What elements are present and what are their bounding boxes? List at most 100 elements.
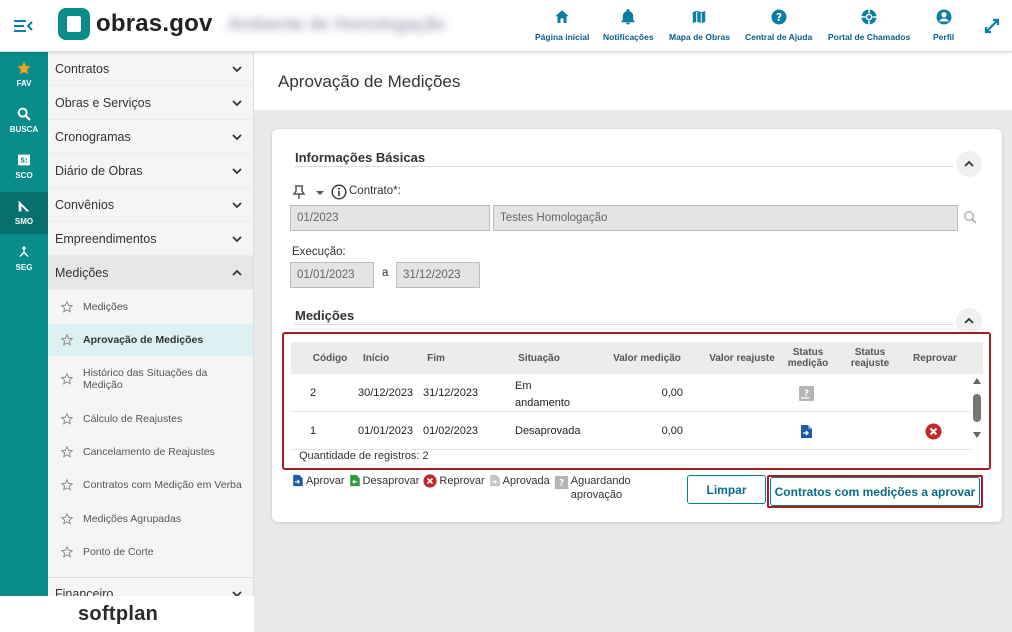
sidebar-section-convenios[interactable]: Convênios (48, 188, 253, 222)
awaiting-approval-icon: ? (554, 475, 568, 490)
expand-icon[interactable] (982, 16, 1002, 36)
contract-number-field[interactable]: 01/2023 (290, 205, 490, 231)
search-icon[interactable] (963, 210, 977, 224)
approve-doc-icon[interactable] (800, 424, 813, 439)
execution-separator: a (382, 267, 389, 279)
lifebuoy-icon (861, 9, 877, 25)
cell-situation: Desaprovada (515, 425, 581, 437)
legend-approved[interactable]: Aprovada (489, 474, 550, 487)
nav-map[interactable]: Mapa de Obras (669, 8, 730, 42)
collapse-measurements-button[interactable] (956, 308, 982, 334)
nav-help[interactable]: ? Central de Ajuda (745, 8, 812, 42)
chevron-down-icon (232, 65, 242, 72)
basic-info-title: Informações Básicas (295, 150, 426, 165)
star-icon (17, 61, 31, 75)
svg-text:?: ? (776, 12, 782, 24)
table-scrollbar[interactable] (970, 376, 984, 442)
col-codigo[interactable]: Código (305, 353, 355, 364)
col-valor-medicao[interactable]: Valor medição (603, 353, 691, 364)
legend-disapprove[interactable]: Desaprovar (349, 474, 419, 487)
sidebar-section-empreendimentos[interactable]: Empreendimentos (48, 222, 253, 256)
chevron-down-icon (232, 167, 242, 174)
page-title: Aprovação de Medições (278, 72, 461, 91)
environment-label: Ambiente de Homologação (228, 14, 446, 34)
execution-label: Execução: (292, 246, 346, 258)
sidebar-item-historico[interactable]: Histórico das Situações da Medição (48, 356, 253, 402)
cell-value: 0,00 (661, 425, 683, 437)
sidebar-item-verba[interactable]: Contratos com Medição em Verba (48, 468, 253, 502)
star-outline-icon (60, 412, 74, 425)
cell-value: 0,00 (661, 387, 683, 399)
col-inicio[interactable]: Início (353, 353, 399, 364)
nav-home[interactable]: Página inicial (535, 8, 589, 42)
sidebar-item-aprovacao[interactable]: Aprovação de Medições (48, 324, 253, 356)
chevron-down-icon (232, 99, 242, 106)
col-fim[interactable]: Fim (419, 353, 453, 364)
clear-button[interactable]: Limpar (687, 475, 766, 504)
star-outline-icon (60, 512, 74, 525)
pin-icon[interactable] (292, 184, 306, 200)
col-situacao[interactable]: Situação (509, 353, 569, 364)
reject-icon[interactable] (925, 423, 942, 440)
sidebar-item-cancelamento[interactable]: Cancelamento de Reajustes (48, 435, 253, 468)
menu-collapse-icon[interactable] (12, 16, 34, 36)
sidebar-section-obras[interactable]: Obras e Serviços (48, 86, 253, 120)
divider (294, 324, 954, 325)
execution-end-field[interactable]: 31/12/2023 (396, 262, 480, 288)
sidebar-section-diario[interactable]: Diário de Obras (48, 154, 253, 188)
table-row[interactable]: 2 30/12/2023 31/12/2023 Em andamento 0,0… (291, 374, 971, 412)
rail-fav[interactable]: FAV (0, 60, 48, 88)
chevron-down-icon (232, 201, 242, 208)
rail-search[interactable]: BUSCA (0, 106, 48, 134)
cell-start: 01/01/2023 (358, 425, 414, 437)
merge-icon (19, 246, 29, 257)
legend-awaiting[interactable]: ? Aguardando aprovação (554, 474, 643, 502)
svg-text:?: ? (559, 479, 564, 489)
rail-sco[interactable]: S: SCO (0, 152, 48, 180)
contracts-to-approve-button[interactable]: Contratos com medições a aprovar (770, 477, 980, 506)
cell-end: 31/12/2023 (423, 387, 479, 399)
col-reprovar[interactable]: Reprovar (907, 353, 963, 364)
nav-notifications[interactable]: Notificações (603, 8, 654, 42)
brand-footer: softplan (0, 596, 254, 632)
legend-reject[interactable]: Reprovar (423, 474, 485, 488)
cell-end: 01/02/2023 (423, 425, 479, 437)
star-outline-icon (60, 545, 74, 558)
star-outline-icon (60, 300, 74, 313)
table-row[interactable]: 1 01/01/2023 01/02/2023 Desaprovada 0,00 (291, 412, 971, 450)
legend: Aprovar Desaprovar Reprovar Aprovada ? Ag… (292, 474, 647, 502)
execution-start-field[interactable]: 01/01/2023 (290, 262, 374, 288)
search-icon (17, 107, 31, 121)
sidebar-item-medicoes[interactable]: Medições (48, 290, 253, 324)
content-card: Informações Básicas Contrato*: 01/2023 T… (272, 129, 1002, 522)
sidebar-item-agrupadas[interactable]: Medições Agrupadas (48, 502, 253, 535)
rail-seg[interactable]: SEG (0, 244, 48, 272)
col-status-reajuste[interactable]: Status reajuste (843, 347, 897, 369)
sidebar-item-calculo[interactable]: Cálculo de Reajustes (48, 402, 253, 435)
sidebar-item-ponto-corte[interactable]: Ponto de Corte (48, 535, 253, 569)
sidebar-section-cronogramas[interactable]: Cronogramas (48, 120, 253, 154)
approved-doc-icon (489, 474, 500, 487)
caret-down-icon[interactable] (315, 189, 325, 197)
cell-code: 1 (310, 425, 317, 437)
col-valor-reajuste[interactable]: Valor reajuste (697, 353, 787, 364)
sidebar-section-medicoes[interactable]: Medições (48, 256, 253, 290)
sidebar-section-financeiro[interactable]: Financeiro (48, 577, 253, 596)
star-outline-icon (60, 445, 74, 458)
col-status-medicao[interactable]: Status medição (781, 347, 835, 369)
sidebar-section-contratos[interactable]: Contratos (48, 52, 253, 86)
svg-text:?: ? (804, 389, 809, 399)
collapse-basic-info-button[interactable] (956, 151, 982, 177)
rail-smo[interactable]: SMO (0, 192, 48, 234)
cell-code: 2 (310, 387, 317, 399)
awaiting-approval-icon[interactable]: ? (798, 385, 815, 402)
logo[interactable]: obras.gov (58, 8, 213, 40)
legend-approve[interactable]: Aprovar (292, 474, 345, 487)
nav-tickets[interactable]: Portal de Chamados (828, 8, 910, 42)
help-icon: ? (771, 9, 787, 25)
sidebar: Contratos Obras e Serviços Cronogramas D… (48, 52, 254, 596)
info-icon (331, 184, 347, 200)
page-header: Aprovação de Medições (254, 52, 1012, 110)
nav-profile[interactable]: Perfil (933, 8, 954, 42)
contract-name-field[interactable]: Testes Homologação (493, 205, 958, 231)
